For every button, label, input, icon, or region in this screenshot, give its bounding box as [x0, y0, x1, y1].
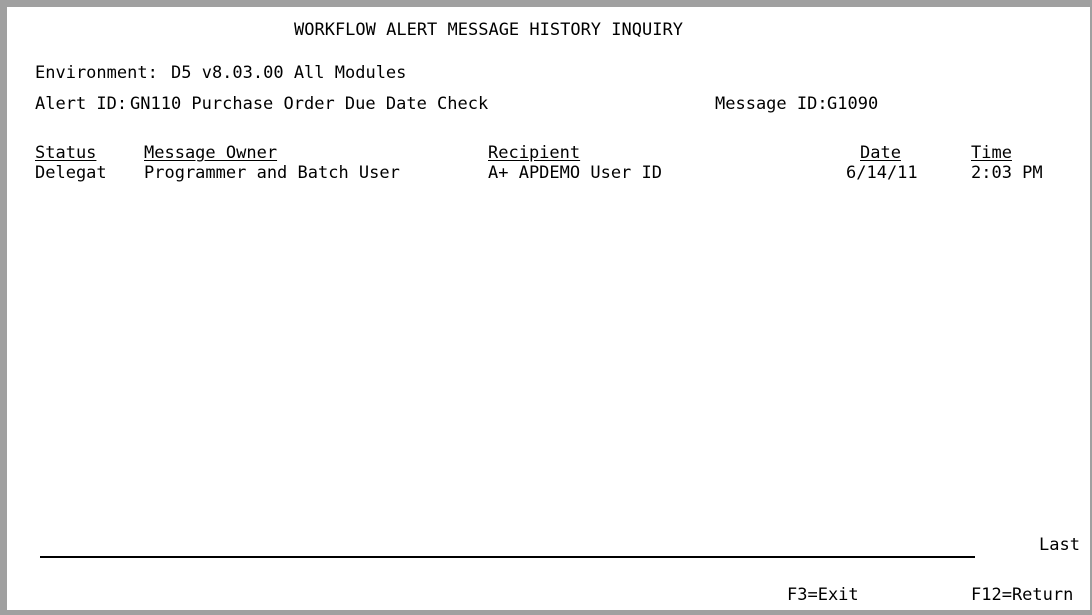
f3-exit-key[interactable]: F3=Exit [787, 584, 859, 606]
position-indicator: Last [1039, 535, 1080, 555]
row-date: 6/14/11 [846, 163, 918, 183]
row-status: Delegat [35, 163, 107, 183]
alert-id-label: Alert ID: [35, 94, 128, 114]
environment-label: Environment: [35, 63, 158, 83]
message-id-label: Message ID: [715, 94, 828, 114]
environment-value: D5 v8.03.00 All Modules [171, 63, 407, 83]
footer-divider [40, 556, 975, 558]
page-title: WORKFLOW ALERT MESSAGE HISTORY INQUIRY [294, 20, 683, 40]
row-message-owner: Programmer and Batch User [144, 163, 400, 183]
row-recipient: A+ APDEMO User ID [488, 163, 662, 183]
column-header-time: Time [971, 143, 1012, 163]
row-time: 2:03 PM [971, 163, 1043, 183]
column-header-recipient: Recipient [488, 143, 581, 163]
column-header-date: Date [860, 143, 901, 163]
column-header-status: Status [35, 143, 97, 163]
message-id-value: G1090 [827, 94, 879, 114]
column-header-message-owner: Message Owner [144, 143, 278, 163]
f12-return-key[interactable]: F12=Return [971, 584, 1073, 606]
terminal-screen: WORKFLOW ALERT MESSAGE HISTORY INQUIRY E… [0, 0, 1092, 615]
alert-id-value: GN110 Purchase Order Due Date Check [130, 94, 489, 114]
